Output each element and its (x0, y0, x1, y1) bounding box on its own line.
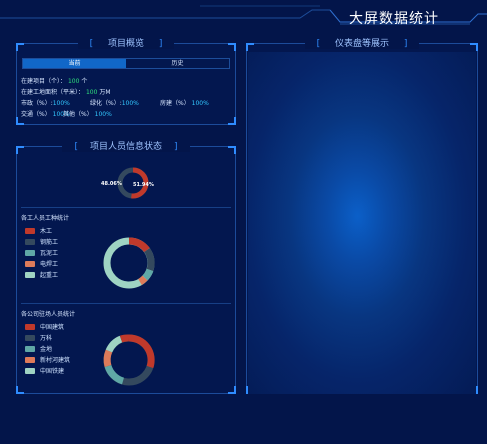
legend-item: 中国铁建 (25, 365, 70, 376)
legend-item: 中国建筑 (25, 321, 70, 332)
overview-area-line: 在建工地面积（平米）： 100 万M (21, 87, 111, 96)
overview-projects-line: 在建项目（个）： 100 个 (21, 76, 87, 85)
page-title: 大屏数据统计 (349, 11, 439, 27)
overview-stat-municipal: 市政（%）:100% (21, 100, 70, 107)
worktype-title: 各工人员工种统计 (21, 215, 70, 222)
legend-item: 电焊工 (25, 258, 58, 269)
overview-tabs: 当前 历史 (22, 58, 230, 69)
divider-1 (21, 207, 231, 208)
company-segment-crcc (105, 335, 123, 353)
legend-item: 起重工 (25, 269, 58, 280)
legend-item: 瓦泥工 (25, 247, 58, 258)
worktype-segment-welder (138, 275, 148, 286)
overview-stat-other: 其他（%） 100% (63, 111, 112, 118)
worktype-segment-carpenter (128, 237, 150, 253)
worktype-segment-masonry (142, 268, 154, 281)
header-bar: 大屏数据统计 (0, 0, 487, 36)
legend-item: 新村河建筑 (25, 354, 70, 365)
tab-history[interactable]: 历史 (126, 59, 229, 68)
area-label: 在建工地面积（平米）： (21, 89, 85, 96)
company-segment-cscec (128, 334, 155, 369)
legend-item: 木工 (25, 225, 58, 236)
projects-label: 在建项目（个）： (21, 78, 67, 85)
ratio-donut-chart: 48.06% 51.94% (101, 167, 154, 199)
overview-stat-greening: 绿化（%）:100% (90, 100, 139, 107)
dashboard-canvas (248, 52, 476, 394)
legend-item: 金地 (25, 343, 70, 354)
overview-panel: [ 项目概览 ] 当前 历史 在建项目（个）： 100 个 在建工地面积（平米）… (16, 39, 236, 125)
legend-item: 钢筋工 (25, 236, 58, 247)
company-segment-xincunhe (103, 349, 113, 367)
company-donut-chart (103, 334, 155, 386)
overview-stat-housing: 房建（%） 100% (160, 100, 209, 107)
worktype-donut-chart (103, 237, 155, 289)
divider-2 (21, 303, 231, 304)
company-segment-gemdale (104, 364, 125, 385)
ratio-left-label: 48.06% (101, 181, 122, 187)
company-segment-cscec-tail (119, 334, 130, 343)
overview-title: 项目概览 (101, 39, 150, 49)
projects-unit: 个 (81, 78, 88, 85)
legend-item: 万科 (25, 332, 70, 343)
company-legend: 中国建筑 万科 金地 新村河建筑 中国铁建 (25, 321, 70, 376)
worktype-segment-rebar (144, 247, 155, 272)
area-value: 100 (85, 89, 98, 96)
personnel-panel: [项目人员信息状态] 48.06% 51.94% 各工人员工种统计 木工 钢筋工… (16, 142, 236, 394)
area-unit: 万M (99, 89, 111, 96)
projects-value: 100 (67, 78, 80, 85)
personnel-title: 项目人员信息状态 (83, 142, 168, 152)
dashboard-title: 仪表盘等展示 (328, 39, 395, 49)
ratio-right-label: 51.94% (133, 182, 154, 188)
worktype-legend: 木工 钢筋工 瓦泥工 电焊工 起重工 (25, 225, 58, 280)
company-title: 各公司驻场人员统计 (21, 311, 76, 318)
tab-current[interactable]: 当前 (23, 59, 126, 68)
